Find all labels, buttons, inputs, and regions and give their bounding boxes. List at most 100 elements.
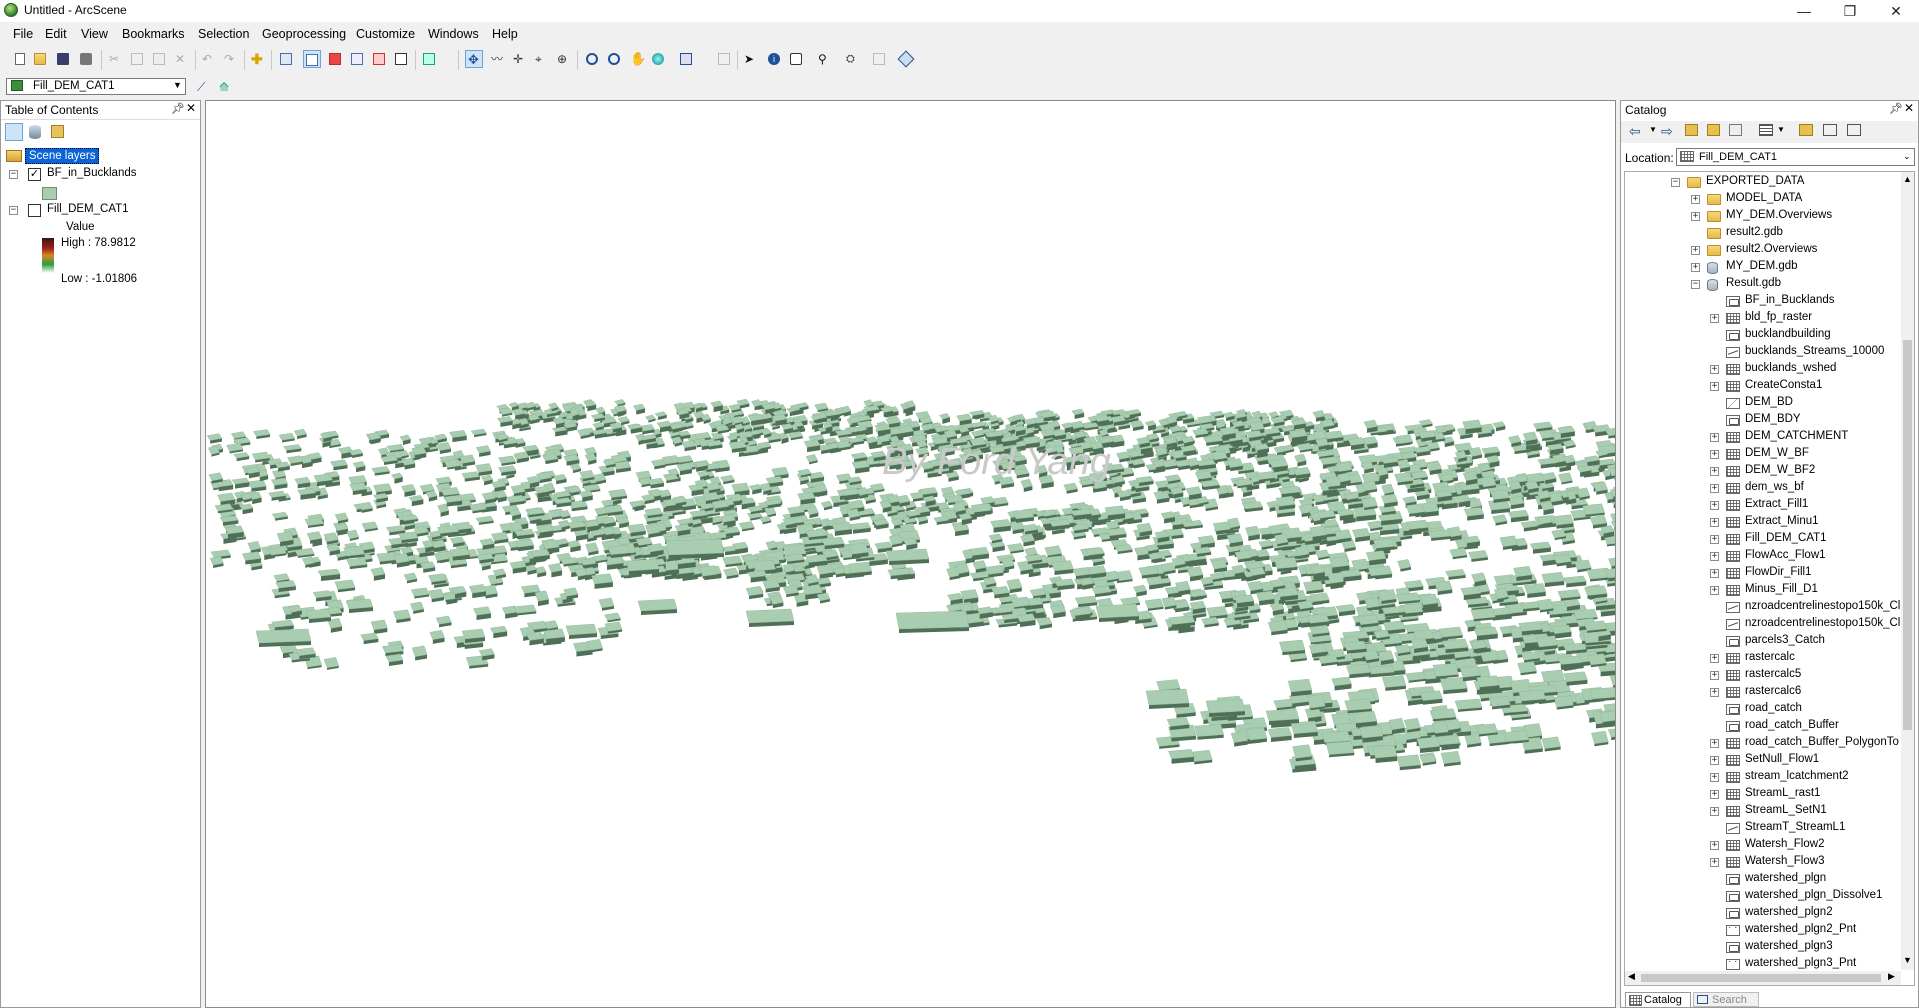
save-icon[interactable] (54, 50, 72, 68)
menu-selection[interactable]: Selection (198, 27, 249, 41)
new-folder-icon[interactable] (1799, 124, 1813, 136)
expand-toggle[interactable]: + (1710, 671, 1719, 680)
catalog-tree-item[interactable]: − EXPORTED_DATA (1625, 174, 1901, 191)
menu-edit[interactable]: Edit (45, 27, 67, 41)
steepest-path-icon[interactable]: ⟰ (216, 78, 234, 96)
redo-icon[interactable]: ↷ (221, 50, 239, 68)
pin-icon[interactable]: 📌︎ (171, 102, 185, 115)
expand-toggle[interactable]: + (1710, 433, 1719, 442)
menu-bookmarks[interactable]: Bookmarks (122, 27, 185, 41)
target-center-icon[interactable]: ✛ (510, 50, 528, 68)
catalog-tree-item[interactable]: + FlowDir_Fill1 (1625, 565, 1901, 582)
pin-icon[interactable]: 📌︎ (1889, 102, 1903, 115)
scene-viewer[interactable]: By Ford Yang (205, 100, 1616, 1008)
catalog-tree-item[interactable]: + MY_DEM.Overviews (1625, 208, 1901, 225)
elevation-color-ramp[interactable] (42, 238, 54, 273)
select-elements-icon[interactable]: ➤ (740, 50, 758, 68)
print-icon[interactable] (77, 50, 95, 68)
layer-visibility-checkbox[interactable]: ✓ (28, 168, 41, 181)
html-popup-icon[interactable] (787, 50, 805, 68)
catalog-tree-item[interactable]: road_catch (1625, 701, 1901, 718)
catalog-tree-item[interactable]: DEM_BDY (1625, 412, 1901, 429)
catalog-window-icon[interactable] (348, 50, 366, 68)
catalog-tree-item[interactable]: + DEM_CATCHMENT (1625, 429, 1901, 446)
expand-toggle[interactable]: + (1710, 518, 1719, 527)
scene-properties-icon[interactable] (277, 50, 295, 68)
model-builder-icon[interactable] (420, 50, 438, 68)
pan-icon[interactable]: ✋ (627, 50, 646, 68)
catalog-tree-item[interactable]: + FlowAcc_Flow1 (1625, 548, 1901, 565)
catalog-tree-item[interactable]: + Fill_DEM_CAT1 (1625, 531, 1901, 548)
collapse-toggle[interactable]: − (1691, 280, 1700, 289)
catalog-tree-item[interactable]: bucklandbuilding (1625, 327, 1901, 344)
layer-dropdown[interactable]: Fill_DEM_CAT1 ▼ (6, 78, 186, 95)
3d-analyst-icon[interactable] (897, 50, 915, 68)
back-icon[interactable]: ⇦ (1629, 123, 1641, 140)
list-by-visibility-icon[interactable] (51, 125, 64, 138)
delete-icon[interactable]: ✕ (172, 50, 190, 68)
chevron-down-icon[interactable]: ▼ (1649, 125, 1657, 134)
copy-icon[interactable] (128, 50, 146, 68)
expand-toggle[interactable]: + (1710, 569, 1719, 578)
expand-toggle[interactable]: + (1710, 586, 1719, 595)
list-by-source-icon[interactable] (29, 125, 41, 139)
catalog-tree-item[interactable]: + rastercalc (1625, 650, 1901, 667)
catalog-tree-item[interactable]: nzroadcentrelinestopo150k_Cl (1625, 616, 1901, 633)
cut-icon[interactable]: ✂ (106, 50, 124, 68)
catalog-tree-item[interactable]: + MY_DEM.gdb (1625, 259, 1901, 276)
full-extent-icon[interactable] (649, 50, 667, 68)
catalog-tree-item[interactable]: + bucklands_wshed (1625, 361, 1901, 378)
paste-icon[interactable] (150, 50, 168, 68)
catalog-tree-item[interactable]: bucklands_Streams_10000 (1625, 344, 1901, 361)
catalog-tree-item[interactable]: + rastercalc5 (1625, 667, 1901, 684)
catalog-tree-item[interactable]: + bld_fp_raster (1625, 310, 1901, 327)
new-doc-icon[interactable] (12, 50, 30, 68)
expand-toggle[interactable]: + (1710, 654, 1719, 663)
select-features-icon[interactable] (677, 50, 695, 68)
home-folder-icon[interactable] (1707, 124, 1720, 136)
undo-icon[interactable]: ↶ (199, 50, 217, 68)
python-window-icon[interactable] (392, 50, 410, 68)
zoom-out-icon[interactable] (605, 50, 623, 68)
toc-window-icon[interactable] (303, 50, 321, 68)
menu-geoprocessing[interactable]: Geoprocessing (262, 27, 346, 41)
animation-icon[interactable]: ⛭ (843, 50, 861, 68)
catalog-tree-item[interactable]: + Extract_Fill1 (1625, 497, 1901, 514)
catalog-tree-item[interactable]: + Extract_Minu1 (1625, 514, 1901, 531)
minimize-button[interactable]: — (1781, 0, 1827, 22)
catalog-tree-item[interactable]: + road_catch_Buffer_PolygonTo (1625, 735, 1901, 752)
catalog-tree-item[interactable]: + MODEL_DATA (1625, 191, 1901, 208)
menu-file[interactable]: File (13, 27, 33, 41)
catalog-tree-item[interactable]: + DEM_W_BF2 (1625, 463, 1901, 480)
catalog-tree-item[interactable]: + Minus_Fill_D1 (1625, 582, 1901, 599)
expand-toggle[interactable]: − (9, 170, 18, 179)
close-button[interactable]: ✕ (1873, 0, 1919, 22)
maximize-button[interactable]: ❐ (1827, 0, 1873, 22)
catalog-tree-item[interactable]: nzroadcentrelinestopo150k_Cl (1625, 599, 1901, 616)
menu-windows[interactable]: Windows (428, 27, 479, 41)
catalog-tree-item[interactable]: BF_in_Bucklands (1625, 293, 1901, 310)
open-icon[interactable] (32, 50, 50, 68)
expand-toggle[interactable]: + (1710, 688, 1719, 697)
identify-icon[interactable]: i (765, 50, 783, 68)
viewer-window-icon[interactable] (870, 50, 888, 68)
catalog-tree-item[interactable]: + CreateConsta1 (1625, 378, 1901, 395)
expand-toggle[interactable]: − (9, 206, 18, 215)
close-icon[interactable]: ✕ (186, 101, 196, 115)
chevron-down-icon[interactable]: ▼ (1777, 125, 1785, 134)
menu-help[interactable]: Help (492, 27, 518, 41)
set-observer-icon[interactable]: ⊕ (554, 50, 572, 68)
catalog-tree-item[interactable]: parcels3_Catch (1625, 633, 1901, 650)
find-icon[interactable]: ⚲ (815, 50, 833, 68)
expand-toggle[interactable]: + (1710, 552, 1719, 561)
polygon-symbol-swatch[interactable] (42, 187, 57, 200)
layer-name-fill-dem-cat1[interactable]: Fill_DEM_CAT1 (47, 203, 129, 215)
3d-building-scene[interactable] (206, 101, 1615, 1007)
add-data-icon[interactable]: ✚ (248, 50, 266, 68)
collapse-toggle[interactable]: − (1671, 178, 1680, 187)
expand-toggle[interactable]: + (1710, 467, 1719, 476)
catalog-tree-item[interactable]: road_catch_Buffer (1625, 718, 1901, 735)
expand-toggle[interactable]: + (1710, 314, 1719, 323)
expand-toggle[interactable]: + (1691, 263, 1700, 272)
scene-layers-root[interactable]: Scene layers (25, 148, 100, 164)
